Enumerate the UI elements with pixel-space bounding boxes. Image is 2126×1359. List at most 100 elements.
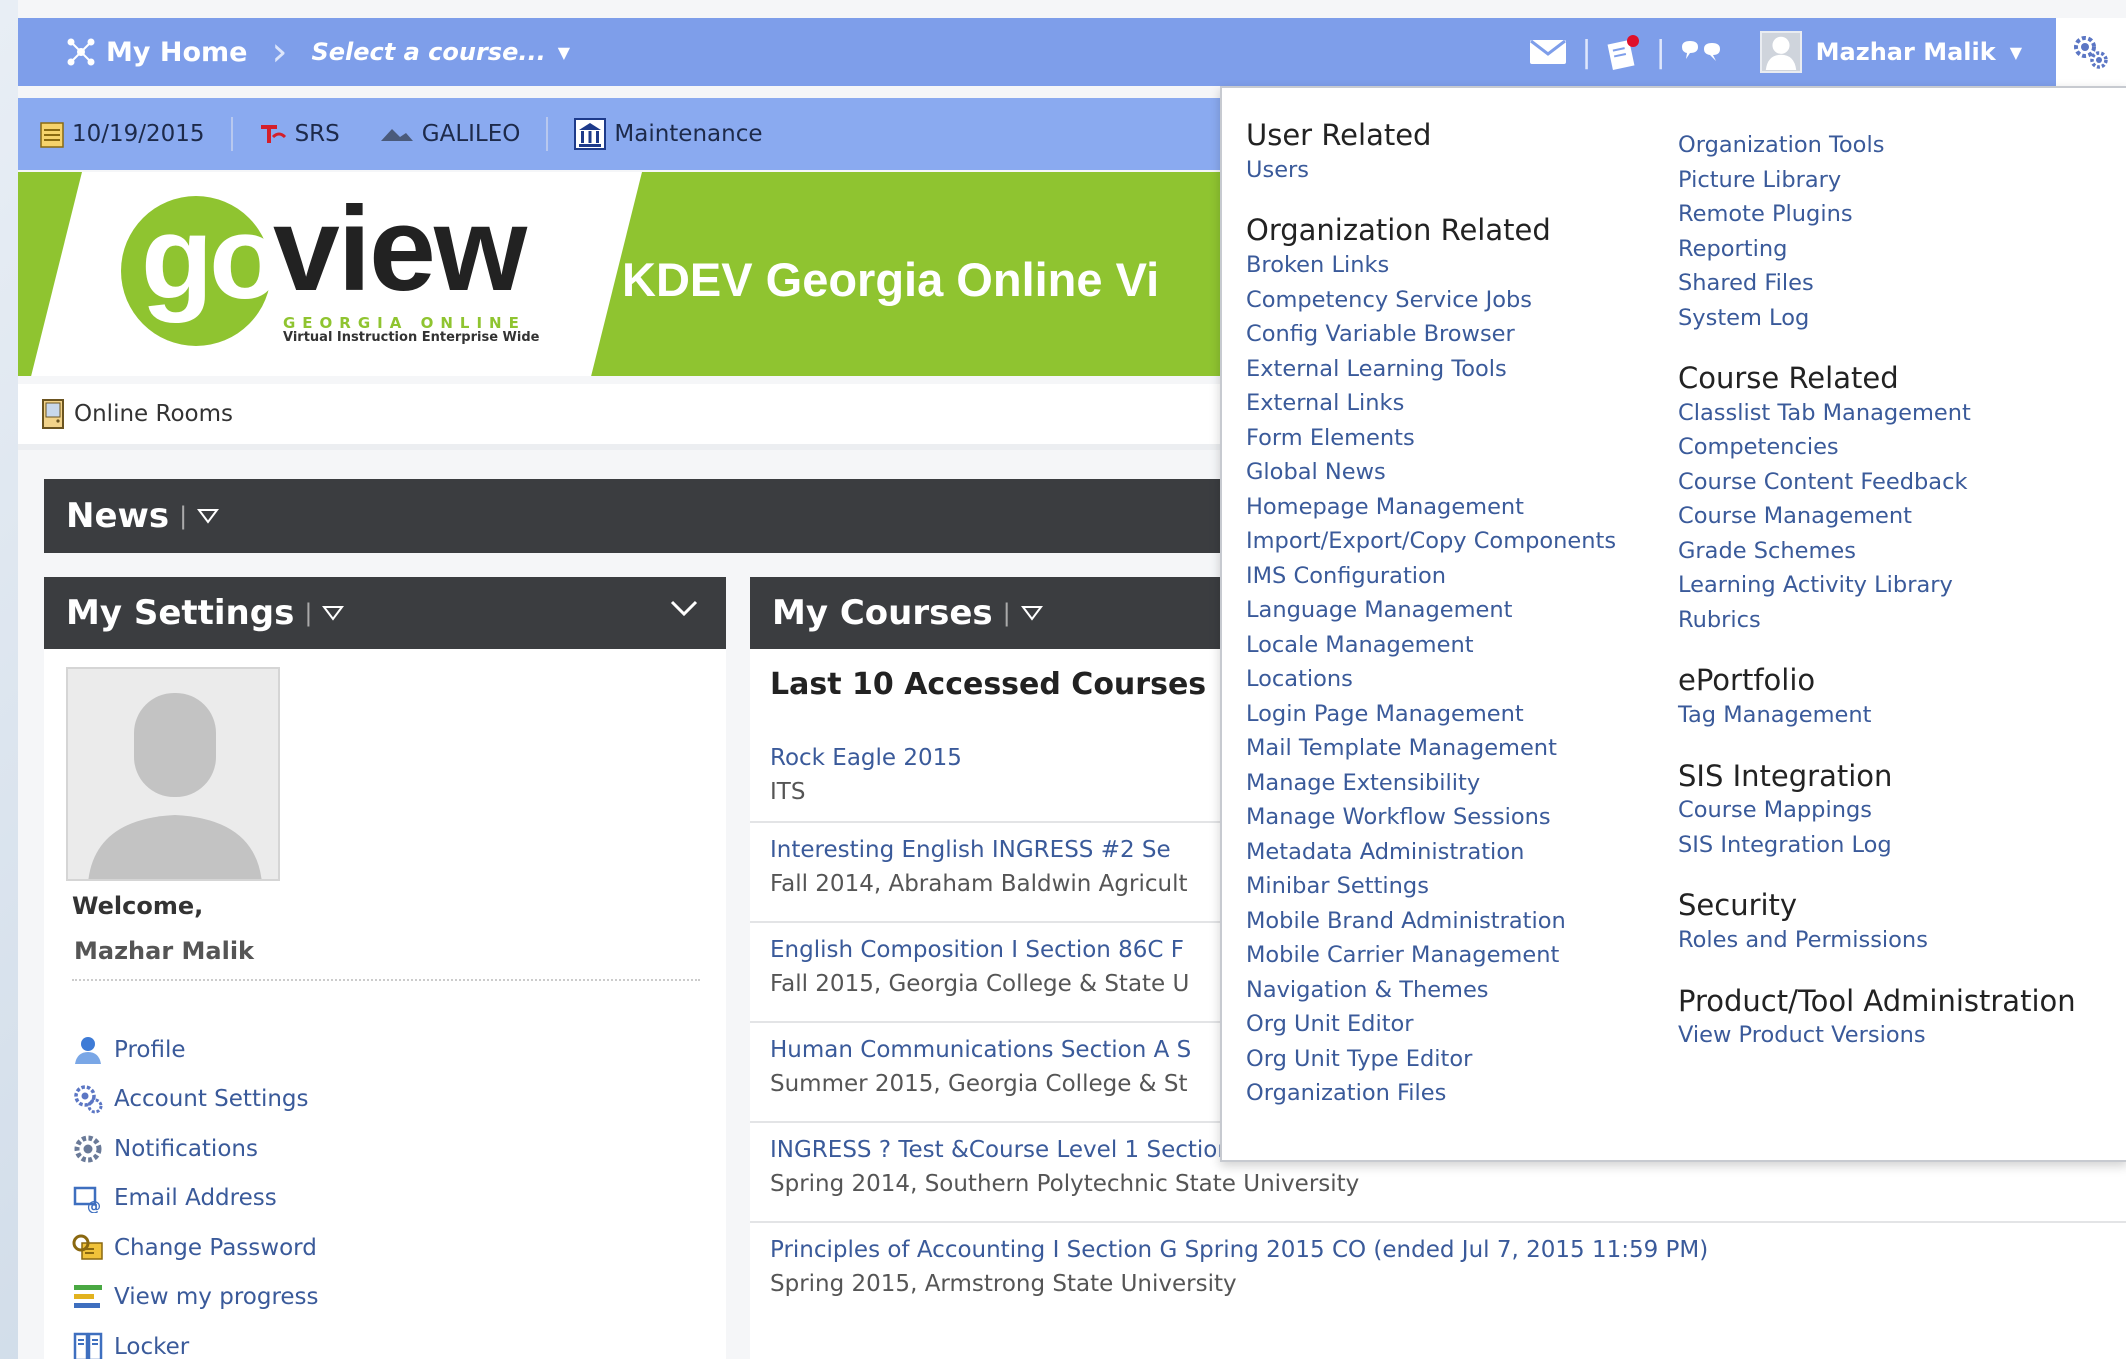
- calendar-link[interactable]: 10/19/2015: [40, 120, 205, 148]
- menu-group-heading: Security: [1678, 888, 1798, 923]
- admin-link-mail-template-management[interactable]: Mail Template Management: [1246, 731, 1656, 766]
- menu-item-account-settings[interactable]: Account Settings: [72, 1075, 319, 1125]
- course-selector[interactable]: Select a course... ▼: [311, 38, 570, 66]
- admin-link-mobile-brand-administration[interactable]: Mobile Brand Administration: [1246, 904, 1656, 939]
- admin-link-grade-schemes[interactable]: Grade Schemes: [1678, 534, 2108, 569]
- menu-item-notifications[interactable]: Notifications: [72, 1124, 319, 1174]
- admin-link-shared-files[interactable]: Shared Files: [1678, 266, 2108, 301]
- message-icon[interactable]: [1529, 37, 1567, 67]
- profile-picture[interactable]: [66, 667, 280, 881]
- srs-link[interactable]: SRS: [259, 121, 340, 147]
- course-item: Principles of Accounting I Section G Spr…: [750, 1223, 2126, 1323]
- admin-link-classlist-tab-management[interactable]: Classlist Tab Management: [1678, 396, 2108, 431]
- admin-link-manage-extensibility[interactable]: Manage Extensibility: [1246, 766, 1656, 801]
- gear-icon: [72, 1133, 104, 1165]
- menu-item-profile[interactable]: Profile: [72, 1025, 319, 1075]
- admin-link-learning-activity-library[interactable]: Learning Activity Library: [1678, 568, 2108, 603]
- admin-link-ims-configuration[interactable]: IMS Configuration: [1246, 559, 1656, 594]
- logo-subtagline: Virtual Instruction Enterprise Wide: [283, 330, 540, 345]
- admin-link-org-unit-type-editor[interactable]: Org Unit Type Editor: [1246, 1042, 1656, 1077]
- maintenance-link[interactable]: Maintenance: [574, 118, 763, 150]
- group-gap: [1678, 958, 2108, 984]
- admin-link-organization-files[interactable]: Organization Files: [1246, 1076, 1656, 1111]
- breadcrumb-chevron: ›: [271, 29, 288, 75]
- admin-link-view-product-versions[interactable]: View Product Versions: [1678, 1018, 2108, 1053]
- admin-tools-dropdown: User Related Users Organization Related Bro…: [1220, 86, 2126, 1162]
- admin-tools-button[interactable]: [2056, 18, 2126, 86]
- news-title: News: [66, 496, 170, 536]
- widget-menu-icon[interactable]: [197, 508, 220, 524]
- admin-link-system-log[interactable]: System Log: [1678, 301, 2108, 336]
- admin-link-form-elements[interactable]: Form Elements: [1246, 421, 1656, 456]
- divider: |: [1002, 599, 1011, 627]
- admin-link-metadata-administration[interactable]: Metadata Administration: [1246, 835, 1656, 870]
- admin-link-global-news[interactable]: Global News: [1246, 455, 1656, 490]
- collapse-icon[interactable]: [670, 599, 698, 617]
- user-menu[interactable]: Mazhar Malik ▼: [1759, 31, 2022, 73]
- admin-link-remote-plugins[interactable]: Remote Plugins: [1678, 197, 2108, 232]
- menu-item-label: Change Password: [114, 1234, 317, 1261]
- menu-item-email-address[interactable]: @ Email Address: [72, 1174, 319, 1224]
- my-settings-widget: My Settings | Welcome, Mazhar Malik Prof…: [44, 577, 726, 1359]
- divider: |: [1655, 34, 1666, 70]
- admin-link-external-learning-tools[interactable]: External Learning Tools: [1246, 352, 1656, 387]
- gears-icon: [2071, 33, 2111, 71]
- menu-group-heading: Organization Related: [1246, 213, 1551, 248]
- courses-subtitle: Last 10 Accessed Courses: [770, 667, 1207, 702]
- admin-link-external-links[interactable]: External Links: [1246, 386, 1656, 421]
- menu-item-locker[interactable]: Locker: [72, 1322, 319, 1359]
- banner-title: KDEV Georgia Online Vi: [622, 253, 1160, 306]
- admin-link-manage-workflow-sessions[interactable]: Manage Workflow Sessions: [1246, 800, 1656, 835]
- widget-menu-icon[interactable]: [1020, 605, 1043, 621]
- admin-link-locations[interactable]: Locations: [1246, 662, 1656, 697]
- menu-item-view-my-progress[interactable]: View my progress: [72, 1273, 319, 1323]
- admin-link-homepage-management[interactable]: Homepage Management: [1246, 490, 1656, 525]
- admin-link-broken-links[interactable]: Broken Links: [1246, 248, 1656, 283]
- widget-menu-icon[interactable]: [322, 605, 345, 621]
- admin-link-organization-tools[interactable]: Organization Tools: [1678, 128, 2108, 163]
- admin-link-course-content-feedback[interactable]: Course Content Feedback: [1678, 465, 2108, 500]
- admin-link-competencies[interactable]: Competencies: [1678, 430, 2108, 465]
- admin-link-course-management[interactable]: Course Management: [1678, 499, 2108, 534]
- admin-link-minibar-settings[interactable]: Minibar Settings: [1246, 869, 1656, 904]
- admin-link-picture-library[interactable]: Picture Library: [1678, 163, 2108, 198]
- admin-link-roles-and-permissions[interactable]: Roles and Permissions: [1678, 923, 2108, 958]
- admin-link-import-export-copy-components[interactable]: Import/Export/Copy Components: [1246, 524, 1656, 559]
- admin-link-tag-management[interactable]: Tag Management: [1678, 698, 2108, 733]
- admin-link-mobile-carrier-management[interactable]: Mobile Carrier Management: [1246, 938, 1656, 973]
- menu-item-change-password[interactable]: Change Password: [72, 1223, 319, 1273]
- online-rooms-link[interactable]: Online Rooms: [74, 401, 233, 427]
- admin-link-sis-integration-log[interactable]: SIS Integration Log: [1678, 828, 2108, 863]
- subscriptions-icon[interactable]: [1680, 39, 1724, 65]
- news-widget-header: News |: [44, 479, 1230, 553]
- admin-link-org-unit-editor[interactable]: Org Unit Editor: [1246, 1007, 1656, 1042]
- admin-link-locale-management[interactable]: Locale Management: [1246, 628, 1656, 663]
- galileo-link[interactable]: GALILEO: [380, 121, 521, 147]
- group-gap: [1678, 733, 2108, 759]
- admin-link-reporting[interactable]: Reporting: [1678, 232, 2108, 267]
- course-selector-label: Select a course...: [311, 38, 546, 66]
- settings-menu: Profile Account Settings Notifications @…: [72, 1025, 319, 1359]
- admin-link-navigation-and-themes[interactable]: Navigation & Themes: [1246, 973, 1656, 1008]
- notification-icon[interactable]: [1606, 34, 1642, 70]
- srs-label: SRS: [294, 121, 340, 147]
- course-link[interactable]: Principles of Accounting I Section G Spr…: [770, 1237, 2106, 1263]
- admin-link-login-page-management[interactable]: Login Page Management: [1246, 697, 1656, 732]
- galileo-label: GALILEO: [421, 121, 521, 147]
- door-icon: [42, 399, 64, 429]
- admin-link-course-mappings[interactable]: Course Mappings: [1678, 793, 2108, 828]
- admin-link-competency-service-jobs[interactable]: Competency Service Jobs: [1246, 283, 1656, 318]
- menu-group-heading: Product/Tool Administration: [1678, 983, 2076, 1018]
- admin-link-users[interactable]: Users: [1246, 153, 1656, 188]
- admin-link-rubrics[interactable]: Rubrics: [1678, 603, 2108, 638]
- user-avatar: [1759, 31, 1802, 73]
- my-settings-header: My Settings |: [44, 577, 726, 649]
- goview-logo[interactable]: go view GEORGIA ONLINE Virtual Instructi…: [113, 182, 543, 356]
- divider: [230, 117, 233, 151]
- admin-link-language-management[interactable]: Language Management: [1246, 593, 1656, 628]
- admin-menu-column-1: User Related Users Organization Related Bro…: [1246, 118, 1656, 1111]
- admin-link-config-variable-browser[interactable]: Config Variable Browser: [1246, 317, 1656, 352]
- my-home-link[interactable]: My Home: [66, 37, 247, 68]
- building-icon: [574, 118, 607, 150]
- menu-group-heading: Course Related: [1678, 361, 1899, 395]
